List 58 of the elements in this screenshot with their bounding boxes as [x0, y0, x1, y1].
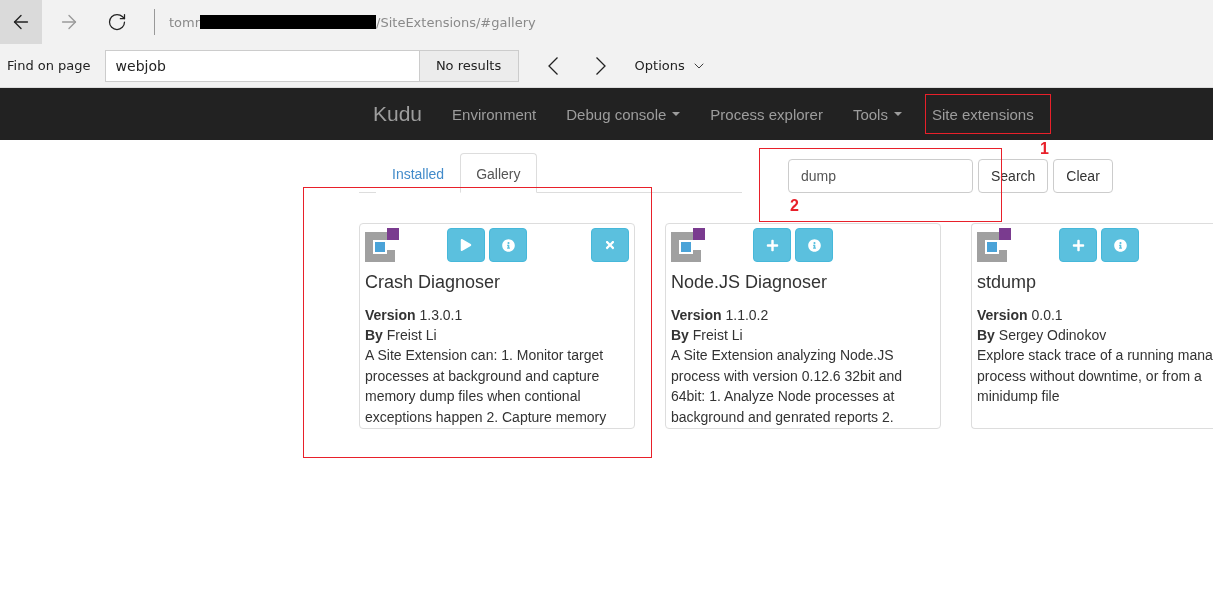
- options-button[interactable]: Options: [634, 57, 707, 74]
- description-text: process with version 0.12.6 32bit and: [671, 366, 904, 386]
- description-text: A Site Extension can: 1. Monitor target: [365, 346, 605, 365]
- author-text: By Sergey Odinokov: [977, 326, 1108, 345]
- install-button[interactable]: [1059, 228, 1097, 262]
- find-field[interactable]: webjob: [104, 49, 420, 82]
- version-text: Version 1.3.0.1: [365, 306, 464, 325]
- extension-logo-icon: [365, 228, 399, 262]
- brand-logo[interactable]: Kudu: [373, 102, 423, 126]
- author-text: By Freist Li: [671, 326, 744, 345]
- nav-link[interactable]: Debug console: [566, 105, 681, 123]
- tab[interactable]: Gallery: [460, 153, 537, 193]
- description-text: 64bit: 1. Analyze Node processes at: [671, 387, 896, 406]
- chevron-left-icon: [547, 56, 558, 75]
- description-text: memory dump files when contional: [365, 387, 582, 406]
- nav-link[interactable]: Environment: [452, 105, 537, 123]
- author-text: By Freist Li: [365, 326, 438, 345]
- find-label: Find on page: [7, 58, 91, 73]
- play-icon: [460, 239, 472, 251]
- info-button[interactable]: [795, 228, 833, 262]
- nav-link[interactable]: Tools: [852, 105, 902, 123]
- version-text: Version 1.1.0.2: [671, 306, 770, 325]
- info-icon: [501, 238, 515, 252]
- info-button[interactable]: [489, 228, 527, 262]
- description-text: processes at background and capture: [365, 366, 601, 386]
- close-icon: [604, 239, 616, 251]
- extension-title: Crash Diagnoser: [365, 272, 502, 293]
- url-text: /SiteExtensions/#gallery: [376, 14, 536, 30]
- chevron-right-icon: [595, 56, 606, 75]
- nav-link[interactable]: Site extensions: [931, 105, 1034, 123]
- description-text: exceptions happen 2. Capture memory: [365, 407, 608, 427]
- annotation-number: 1: [1040, 140, 1049, 158]
- extension-title: stdump: [977, 272, 1038, 293]
- nav-link[interactable]: Process explorer: [710, 105, 823, 123]
- description-text: Explore stack trace of a running mana: [977, 346, 1213, 365]
- url-text: tomr: [169, 14, 201, 30]
- info-icon: [807, 238, 821, 252]
- search-field[interactable]: dump: [788, 159, 973, 193]
- find-status: No results: [419, 49, 519, 82]
- extension-title: Node.JS Diagnoser: [671, 272, 829, 293]
- extension-logo-icon: [671, 228, 705, 262]
- remove-button[interactable]: [591, 228, 629, 262]
- run-button[interactable]: [447, 228, 485, 262]
- description-text: process without downtime, or from a: [977, 366, 1203, 386]
- info-button[interactable]: [1101, 228, 1139, 262]
- annotation-number: 2: [790, 197, 799, 215]
- info-icon: [1113, 238, 1127, 252]
- description-text: background and genrated reports 2.: [671, 407, 895, 427]
- extension-logo-icon: [977, 228, 1011, 262]
- clear-button[interactable]: Clear: [1053, 159, 1113, 193]
- back-button[interactable]: [0, 0, 42, 44]
- plus-icon: [1071, 238, 1085, 252]
- install-button[interactable]: [753, 228, 791, 262]
- version-text: Version 0.0.1: [977, 306, 1064, 325]
- description-text: minidump file: [977, 387, 1061, 406]
- plus-icon: [765, 238, 779, 252]
- description-text: A Site Extension analyzing Node.JS: [671, 346, 895, 365]
- refresh-icon: [107, 12, 127, 32]
